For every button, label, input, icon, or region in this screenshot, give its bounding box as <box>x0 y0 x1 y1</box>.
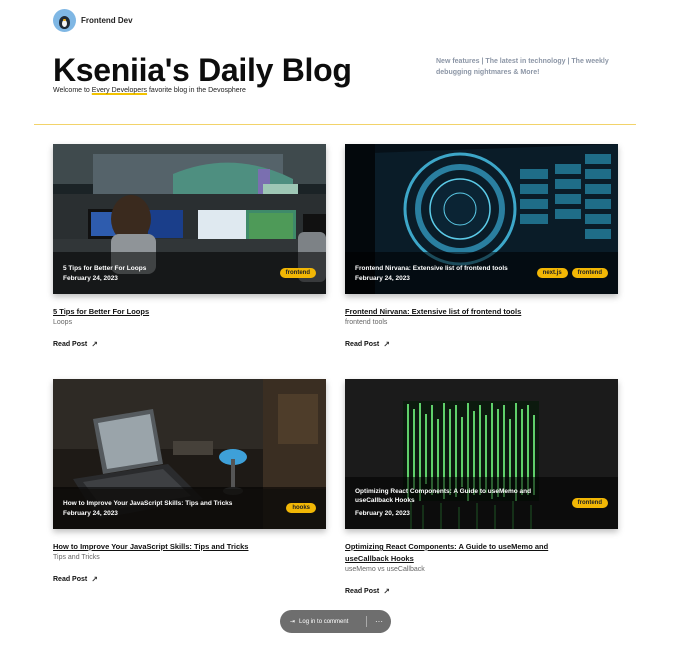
post-overlay-title: 5 Tips for Better For Loops <box>63 265 147 272</box>
post-card: Optimizing React Components: A Guide to … <box>345 379 618 598</box>
read-post-link[interactable]: Read Post ↗ <box>53 340 98 349</box>
arrow-up-right-icon: ↗ <box>91 340 98 349</box>
post-overlay-title: How to Improve Your JavaScript Skills: T… <box>63 500 233 507</box>
post-image[interactable]: 5 Tips for Better For Loops February 24,… <box>53 144 326 294</box>
page-title: Kseniia's Daily Blog <box>53 52 352 88</box>
tag-badge[interactable]: next.js <box>536 268 568 278</box>
post-card: How to Improve Your JavaScript Skills: T… <box>53 379 326 586</box>
tag-badge[interactable]: hooks <box>286 503 316 513</box>
arrow-up-right-icon: ↗ <box>383 587 390 596</box>
read-post-link[interactable]: Read Post ↗ <box>345 587 390 596</box>
welcome-highlight: Every Developers <box>91 87 148 94</box>
post-tags: frontend <box>279 268 316 278</box>
read-post-label: Read Post <box>53 576 88 583</box>
post-description: useMemo vs useCallback <box>345 566 425 573</box>
post-title-link[interactable]: Optimizing React Components: A Guide to … <box>345 541 585 565</box>
post-card: Frontend Nirvana: Extensive list of fron… <box>345 144 618 351</box>
brand-name: Frontend Dev <box>81 16 133 25</box>
post-title-link[interactable]: Frontend Nirvana: Extensive list of fron… <box>345 306 618 318</box>
read-post-link[interactable]: Read Post ↗ <box>345 340 390 349</box>
read-post-link[interactable]: Read Post ↗ <box>53 575 98 584</box>
post-image[interactable]: How to Improve Your JavaScript Skills: T… <box>53 379 326 529</box>
post-tags: next.js frontend <box>536 268 608 278</box>
tag-badge[interactable]: frontend <box>279 268 316 278</box>
post-date: February 24, 2023 <box>63 510 118 517</box>
post-date: February 24, 2023 <box>355 275 410 282</box>
brand[interactable]: Frontend Dev <box>53 9 133 32</box>
tagline: New features | The latest in technology … <box>436 58 609 76</box>
tag-badge[interactable]: frontend <box>571 498 608 508</box>
post-description: Loops <box>53 319 73 326</box>
welcome-text: Welcome to Every Developers favorite blo… <box>53 87 246 94</box>
post-title-link[interactable]: How to Improve Your JavaScript Skills: T… <box>53 541 326 553</box>
comment-toolbar: ⇥ Log in to comment ··· <box>280 610 391 633</box>
post-overlay-title: Frontend Nirvana: Extensive list of fron… <box>355 265 508 272</box>
divider <box>34 124 636 125</box>
read-post-label: Read Post <box>53 341 88 348</box>
post-image[interactable]: Optimizing React Components: A Guide to … <box>345 379 618 529</box>
post-title-link[interactable]: 5 Tips for Better For Loops <box>53 306 326 318</box>
login-icon: ⇥ <box>290 619 296 625</box>
arrow-up-right-icon: ↗ <box>383 340 390 349</box>
post-description: Tips and Tricks <box>53 554 100 561</box>
read-post-label: Read Post <box>345 588 380 595</box>
login-label: Log in to comment <box>299 618 349 625</box>
post-card: 5 Tips for Better For Loops February 24,… <box>53 144 326 351</box>
post-date: February 20, 2023 <box>355 510 410 517</box>
tag-badge[interactable]: frontend <box>571 268 608 278</box>
post-image[interactable]: Frontend Nirvana: Extensive list of fron… <box>345 144 618 294</box>
post-image-overlay <box>53 487 326 529</box>
post-overlay-title: Optimizing React Components: A Guide to … <box>355 488 532 504</box>
arrow-up-right-icon: ↗ <box>91 575 98 584</box>
post-description: frontend tools <box>345 319 388 326</box>
login-to-comment-button[interactable]: ⇥ Log in to comment <box>280 610 366 633</box>
read-post-label: Read Post <box>345 341 380 348</box>
post-tags: hooks <box>286 503 316 513</box>
post-date: February 24, 2023 <box>63 275 118 282</box>
more-options-button[interactable]: ··· <box>367 617 391 626</box>
avatar <box>53 9 76 32</box>
post-tags: frontend <box>571 498 608 508</box>
